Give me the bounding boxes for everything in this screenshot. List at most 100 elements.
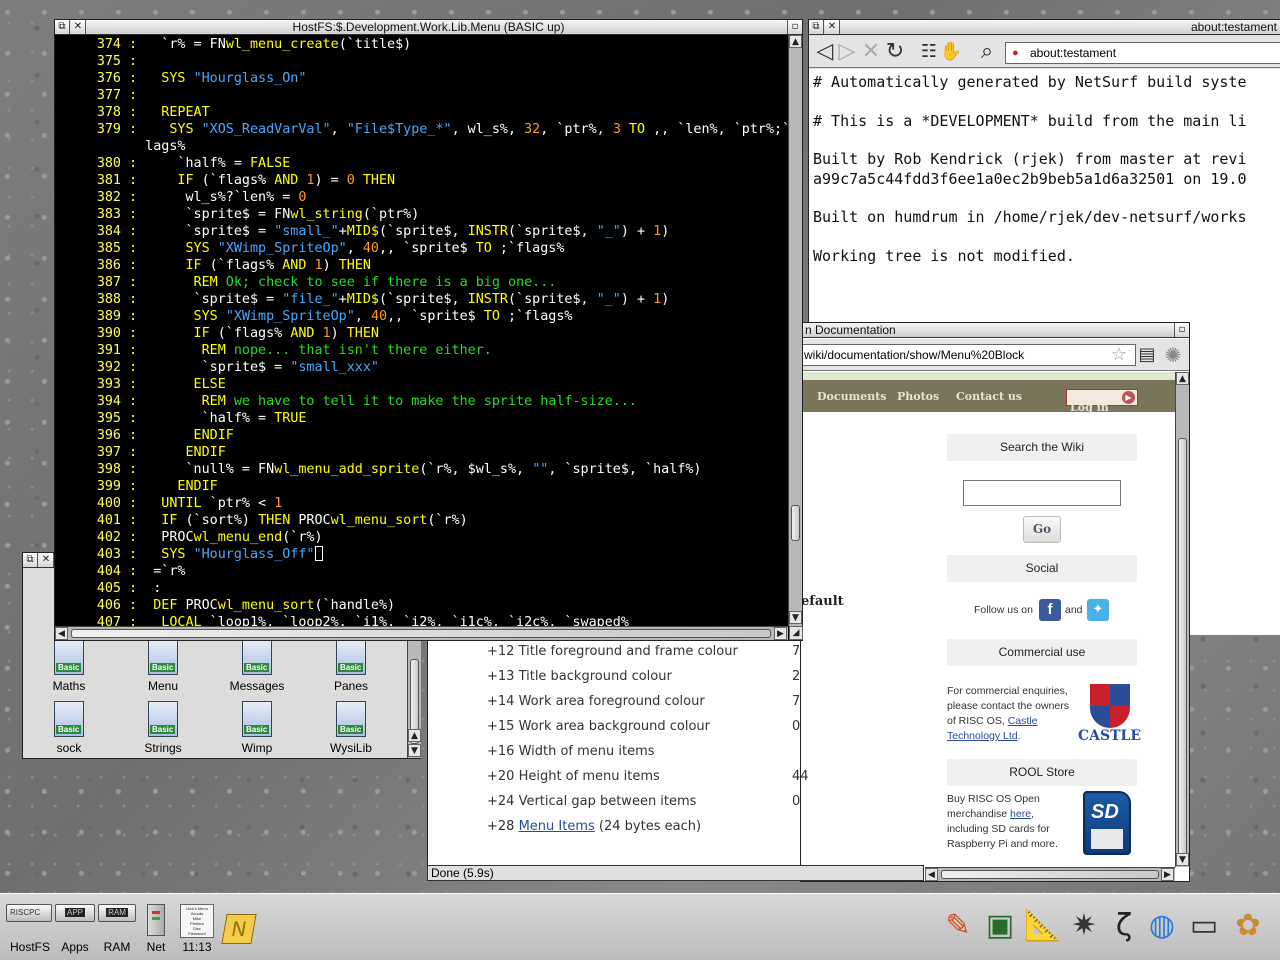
line-number: 380 [96, 156, 121, 171]
code-token: REPEAT [145, 105, 210, 120]
display-icon[interactable]: ▭ [1186, 908, 1222, 944]
scroll-left-arrow-icon[interactable]: ◀ [55, 627, 68, 640]
code-token: (`title$) [338, 37, 412, 52]
filer-item[interactable]: Basic Strings [128, 701, 198, 761]
search-icon[interactable]: ⌕ [975, 40, 999, 64]
code-token: ;`flags% [491, 241, 565, 256]
editor-vertical-scrollbar[interactable]: ▲ ▼ [788, 35, 802, 626]
bookmark-star-icon[interactable]: ☆ [1107, 343, 1131, 367]
wiki-vertical-scrollbar[interactable]: ▲ ▼ [1175, 372, 1189, 867]
close-icon[interactable]: ✕ [39, 553, 54, 567]
clock-notes[interactable]: Nick's Menu Woods Mike Printers Disc Password… [176, 894, 218, 958]
code-token: TO [475, 241, 492, 256]
castle-technology-link[interactable]: Technology Ltd [947, 730, 1018, 742]
net-status[interactable]: Net [140, 894, 172, 958]
editor-titlebar[interactable]: HostFS:$.Development.Work.Lib.Menu (BASI… [55, 20, 802, 35]
draw-icon[interactable]: 📐 [1024, 908, 1061, 944]
code-line: 396 : ENDIF [55, 427, 234, 444]
info-icon[interactable]: ✷ [1066, 908, 1102, 944]
apps-drive[interactable]: APP Apps [50, 894, 100, 958]
toggle-size-icon[interactable]: ▫ [787, 20, 802, 34]
notes-app-icon[interactable]: N [221, 914, 257, 944]
code-token: FALSE [250, 156, 291, 171]
wiki-search-input[interactable] [963, 480, 1121, 506]
filer-item[interactable]: Basic Maths [34, 639, 104, 699]
testament-titlebar[interactable]: about:testament [809, 20, 1280, 35]
back-icon[interactable]: ⧉ [809, 20, 824, 34]
sd-card-icon[interactable]: SD [1083, 791, 1131, 855]
netsurf-icon[interactable]: ◍ [1144, 908, 1180, 944]
facebook-icon[interactable]: f [1039, 599, 1061, 621]
filer-item[interactable]: Basic Menu [128, 639, 198, 699]
line-separator: : [121, 530, 146, 545]
scroll-down-arrow-icon[interactable]: ▼ [1176, 853, 1189, 866]
filer-item[interactable]: Basic Messages [222, 639, 292, 699]
filer-item[interactable]: Basic sock [34, 701, 104, 761]
wiki-hscroll-thumb[interactable] [941, 870, 1159, 879]
menu-items-link[interactable]: Menu Items [519, 819, 595, 834]
risc-os-icon[interactable]: ζ [1106, 908, 1142, 944]
scroll-up-arrow-icon[interactable]: ▲ [408, 729, 421, 742]
back-arrow-icon[interactable]: ◁ [813, 40, 837, 64]
twitter-icon[interactable]: ✦ [1087, 599, 1109, 621]
wiki-titlebar[interactable]: n Documentation [801, 323, 1189, 338]
code-token: nope... that isn't there either. [225, 343, 492, 358]
task-manager-icon[interactable]: ▣ [982, 908, 1018, 944]
history-hand-icon[interactable]: ✋ [939, 40, 963, 64]
hotlist-icon[interactable]: ☷ [917, 40, 941, 64]
scroll-down-arrow-icon[interactable]: ▼ [408, 744, 421, 757]
code-token: ) + [620, 292, 654, 307]
go-button[interactable]: Go [1023, 516, 1061, 543]
back-icon[interactable]: ⧉ [23, 553, 38, 567]
configure-icon[interactable]: ✿ [1230, 908, 1266, 944]
code-token: 1 [314, 326, 331, 341]
toggle-size-icon[interactable]: ▫ [1174, 323, 1189, 337]
code-token: 32 [524, 122, 541, 137]
nav-photos[interactable]: Photos [897, 390, 939, 403]
scroll-down-arrow-icon[interactable]: ▼ [789, 611, 802, 624]
line-separator: : [121, 377, 146, 392]
resize-handle-icon[interactable]: ◢ [789, 626, 803, 640]
wiki-horizontal-scrollbar[interactable]: ◀ ▶ [925, 867, 1175, 881]
code-line: 390 : IF (`flags% AND 1) THEN [55, 325, 379, 342]
nav-contact[interactable]: Contact us [956, 390, 1022, 403]
close-icon[interactable]: ✕ [825, 20, 840, 34]
ram-disc[interactable]: RAM RAM [94, 894, 140, 958]
wiki-url-field[interactable]: wiki/documentation/show/Menu%20Block [801, 344, 1136, 366]
back-icon[interactable]: ⧉ [55, 20, 70, 34]
testament-url-field[interactable]: ● about:testament [1005, 42, 1280, 64]
filer-item[interactable]: Basic Wimp [222, 701, 292, 761]
login-button[interactable]: Log in ▶ [1066, 389, 1138, 414]
stop-icon[interactable]: ✕ [859, 40, 883, 64]
reload-icon[interactable]: ↻ [883, 40, 907, 64]
filer-item[interactable]: Basic WysiLib [316, 701, 386, 761]
line-separator: : [121, 411, 146, 426]
castle-link[interactable]: Castle [1008, 715, 1038, 727]
store-text: Buy RISC OS Open merchandise here, inclu… [947, 792, 1077, 852]
code-token: SYS [145, 122, 202, 137]
store-here-link[interactable]: here [1010, 808, 1031, 820]
scroll-up-arrow-icon[interactable]: ▲ [1176, 372, 1189, 385]
ram-disc-icon: RAM [98, 904, 136, 922]
close-icon[interactable]: ✕ [71, 20, 86, 34]
page-info-icon[interactable]: ▤ [1135, 343, 1159, 367]
code-token: TO [620, 122, 646, 137]
forward-arrow-icon[interactable]: ▷ [835, 40, 859, 64]
editor-scroll-thumb[interactable] [791, 505, 800, 541]
filer-item[interactable]: Basic Panes [316, 639, 386, 699]
castle-logo[interactable]: CASTLE [1078, 684, 1141, 746]
code-token: REM [145, 343, 226, 358]
editor-hscroll-thumb[interactable] [71, 629, 771, 638]
editor-horizontal-scrollbar[interactable]: ◀ ▶ [55, 626, 788, 640]
scroll-right-arrow-icon[interactable]: ▶ [1161, 868, 1174, 881]
nav-documents[interactable]: Documents [817, 390, 886, 403]
testament-line: # This is a *DEVELOPMENT* build from the… [813, 111, 1247, 130]
scroll-left-arrow-icon[interactable]: ◀ [925, 868, 938, 881]
wiki-content: Documents Photos Contact us Log in ▶ efa… [801, 372, 1175, 867]
scroll-up-arrow-icon[interactable]: ▲ [789, 35, 802, 48]
netsurf-favicon: ● [1012, 47, 1019, 59]
code-view[interactable]: 374 : `r% = FNwl_menu_create(`title$) 375… [55, 35, 788, 626]
wiki-scroll-thumb[interactable] [1178, 438, 1187, 858]
paint-icon[interactable]: ✎ [940, 908, 976, 944]
scroll-right-arrow-icon[interactable]: ▶ [774, 627, 787, 640]
